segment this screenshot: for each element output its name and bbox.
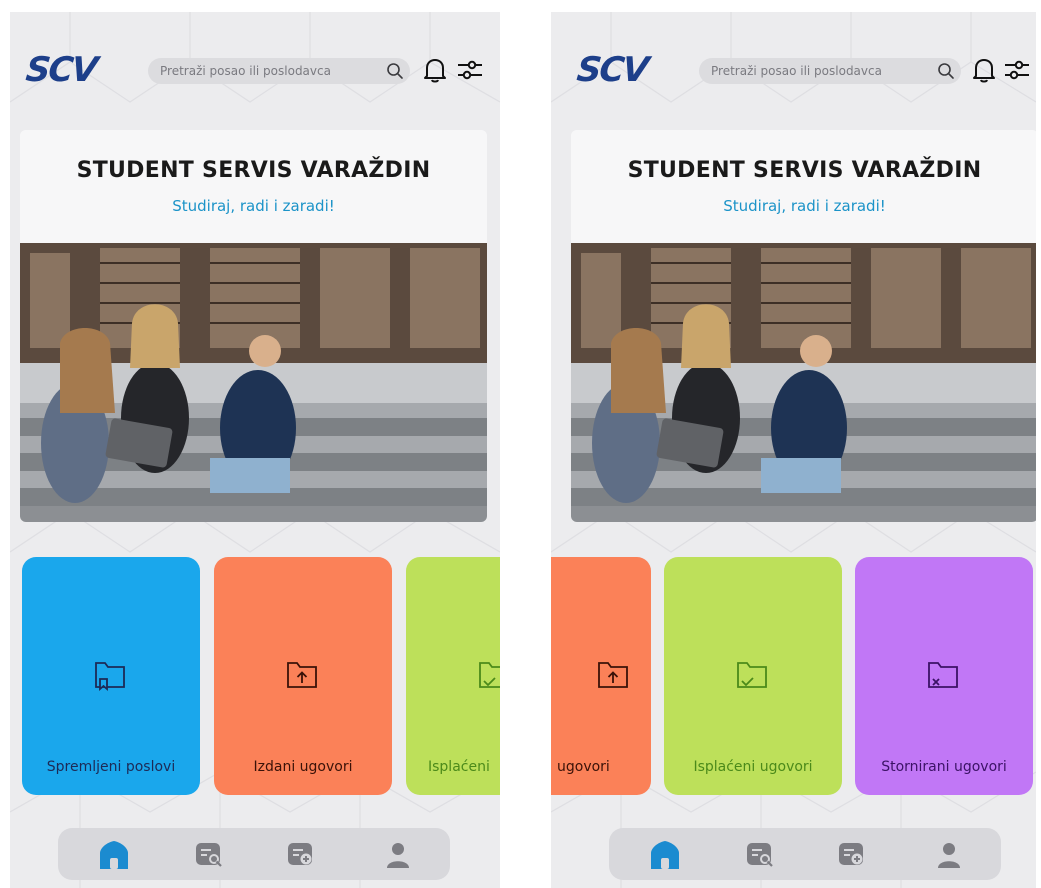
home-icon[interactable]: [96, 838, 132, 872]
card-cancelled-contracts[interactable]: Stornirani ugovori: [855, 557, 1033, 795]
notification-bell-icon[interactable]: [422, 56, 448, 88]
card-paid-contracts[interactable]: Isplaćeni: [406, 557, 500, 795]
search-icon[interactable]: [380, 58, 410, 84]
folder-check-icon: [474, 655, 500, 699]
job-search-icon[interactable]: [742, 838, 778, 872]
hero-title: STUDENT SERVIS VARAŽDIN: [627, 158, 982, 183]
search-bar[interactable]: Pretraži posao ili poslodavca: [699, 58, 961, 84]
hero-banner: STUDENT SERVIS VARAŽDIN Studiraj, radi i…: [20, 130, 487, 522]
students-photo: [571, 243, 1036, 522]
scv-logo[interactable]: SCV: [24, 50, 98, 90]
card-saved-jobs[interactable]: Spremljeni poslovi: [22, 557, 200, 795]
card-label: Izdani ugovori: [253, 759, 353, 775]
category-cards: Spremljeni poslovi Izdani ugovori Isplać…: [10, 557, 500, 795]
hero-title: STUDENT SERVIS VARAŽDIN: [76, 158, 431, 183]
header: SCV Pretraži posao ili poslodavca: [551, 50, 1036, 90]
category-cards: ugovori Isplaćeni ugovori Stornirani ugo…: [551, 557, 1036, 795]
card-issued-contracts[interactable]: ugovori: [551, 557, 651, 795]
card-paid-contracts[interactable]: Isplaćeni ugovori: [664, 557, 842, 795]
add-contract-icon[interactable]: [834, 838, 870, 872]
card-label: Stornirani ugovori: [881, 759, 1007, 775]
hero-subtitle: Studiraj, radi i zaradi!: [723, 197, 886, 215]
folder-upload-icon: [593, 655, 633, 699]
hero-subtitle: Studiraj, radi i zaradi!: [172, 197, 335, 215]
profile-icon[interactable]: [931, 838, 967, 872]
search-icon[interactable]: [931, 58, 961, 84]
header: SCV Pretraži posao ili poslodavca: [10, 50, 500, 90]
notification-bell-icon[interactable]: [971, 56, 997, 88]
filter-sliders-icon[interactable]: [456, 58, 484, 88]
profile-icon[interactable]: [380, 838, 416, 872]
card-label: ugovori: [557, 759, 610, 775]
add-contract-icon[interactable]: [283, 838, 319, 872]
filter-sliders-icon[interactable]: [1003, 58, 1031, 88]
phone-screen-1: SCV Pretraži posao ili poslodavca STUDEN…: [10, 12, 500, 888]
home-icon[interactable]: [647, 838, 683, 872]
search-bar[interactable]: Pretraži posao ili poslodavca: [148, 58, 410, 84]
bottom-nav: [58, 828, 450, 880]
hero-banner: STUDENT SERVIS VARAŽDIN Studiraj, radi i…: [571, 130, 1036, 522]
folder-check-icon: [732, 655, 772, 699]
scv-logo[interactable]: SCV: [575, 50, 649, 90]
card-label: Isplaćeni ugovori: [693, 759, 813, 775]
folder-x-icon: [923, 655, 963, 699]
card-issued-contracts[interactable]: Izdani ugovori: [214, 557, 392, 795]
card-label: Spremljeni poslovi: [46, 759, 176, 775]
phone-screen-2: SCV Pretraži posao ili poslodavca STUDEN…: [551, 12, 1036, 888]
folder-upload-icon: [282, 655, 322, 699]
search-input[interactable]: Pretraži posao ili poslodavca: [160, 64, 380, 78]
search-input[interactable]: Pretraži posao ili poslodavca: [711, 64, 931, 78]
students-photo: [20, 243, 487, 522]
folder-bookmark-icon: [90, 655, 130, 699]
card-label: Isplaćeni: [428, 759, 490, 775]
job-search-icon[interactable]: [191, 838, 227, 872]
bottom-nav: [609, 828, 1001, 880]
